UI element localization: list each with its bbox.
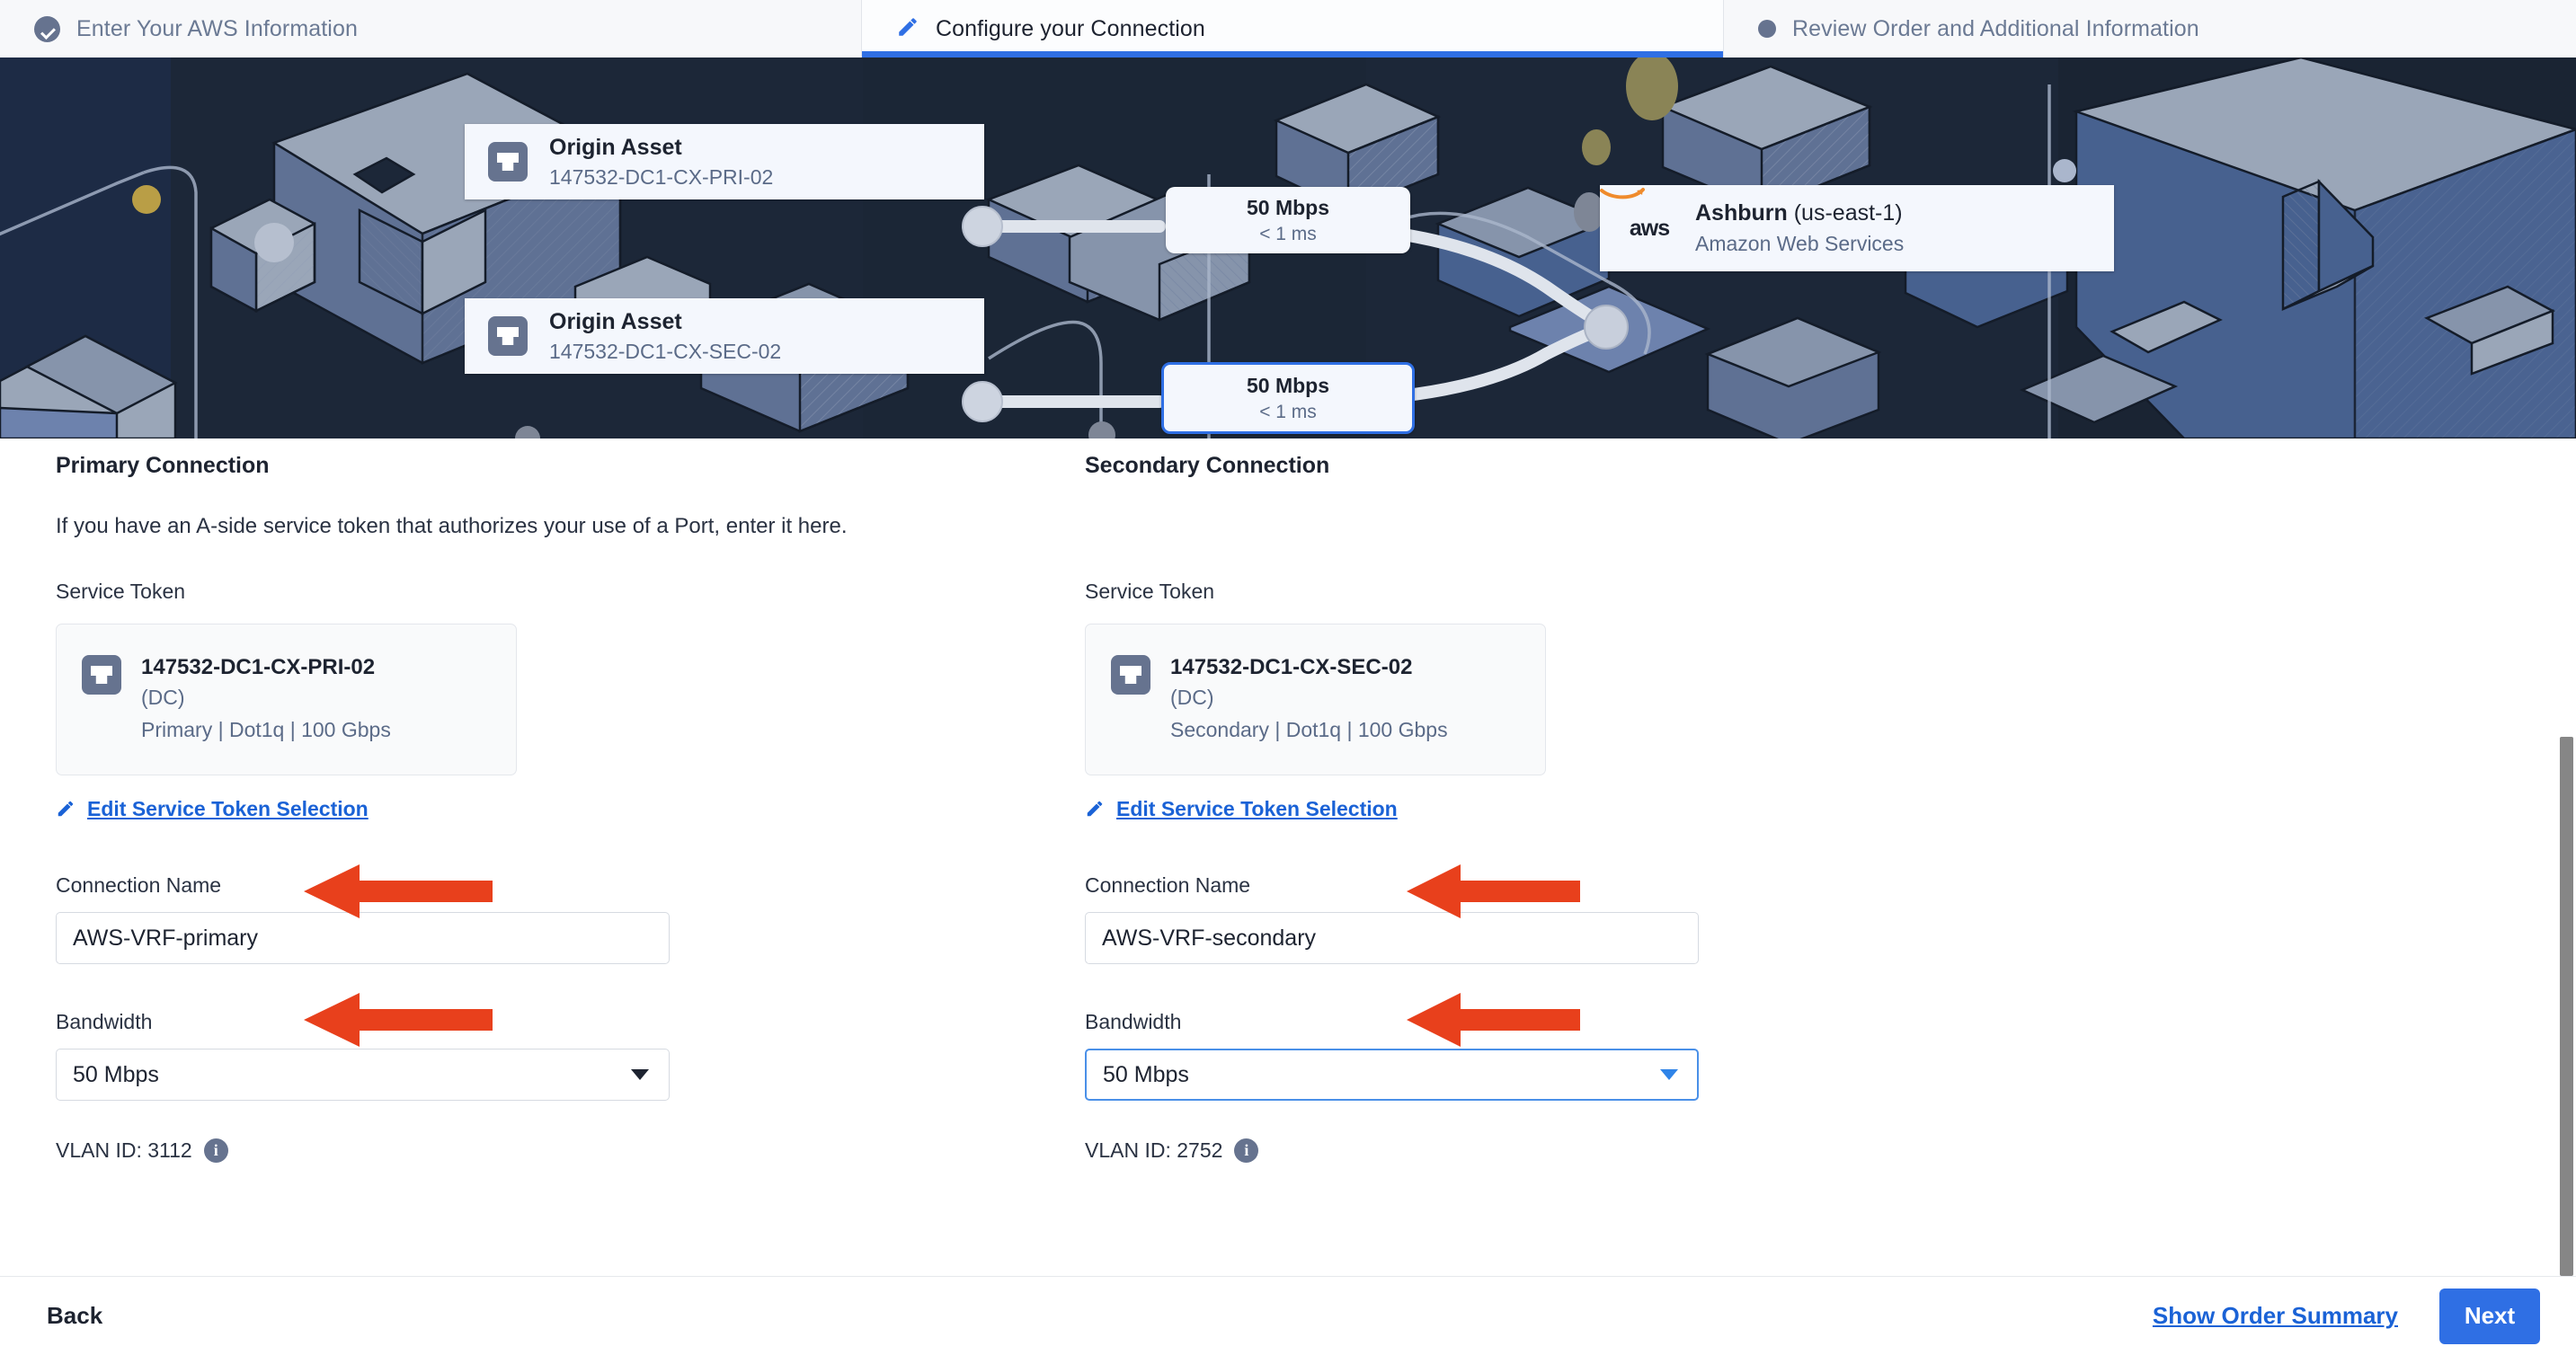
- secondary-connection-name-label: Connection Name: [1085, 873, 1251, 898]
- ethernet-port-icon: [488, 316, 528, 356]
- origin-asset-subtitle: 147532-DC1-CX-PRI-02: [549, 164, 774, 189]
- wizard-footer: Back Show Order Summary Next: [0, 1276, 2576, 1355]
- primary-service-token-label: Service Token: [56, 580, 186, 603]
- primary-bandwidth-select[interactable]: 50 Mbps: [56, 1049, 670, 1102]
- secondary-token-name: 147532-DC1-CX-SEC-02: [1170, 655, 1413, 679]
- connection-configuration-form: Primary Connection If you have an A-side…: [0, 438, 2576, 1276]
- link-latency: < 1 ms: [1259, 223, 1317, 244]
- primary-vlan-row: VLAN ID: 3112 i: [56, 1138, 1044, 1164]
- secondary-connection-name-input[interactable]: [1085, 912, 1699, 965]
- ethernet-port-icon: [1111, 655, 1150, 695]
- primary-token-meta: Primary | Dot1q | 100 Gbps: [141, 718, 391, 742]
- link-latency: < 1 ms: [1259, 401, 1317, 422]
- secondary-edit-link-label: Edit Service Token Selection: [1116, 796, 1398, 820]
- secondary-description: [1085, 514, 2074, 539]
- primary-token-location: (DC): [141, 686, 185, 709]
- origin-asset-card-secondary[interactable]: Origin Asset 147532-DC1-CX-SEC-02: [465, 298, 984, 374]
- origin-asset-title: Origin Asset: [549, 308, 682, 334]
- chevron-down-icon: [1660, 1069, 1678, 1081]
- origin-asset-subtitle: 147532-DC1-CX-SEC-02: [549, 339, 782, 363]
- primary-service-token-card: 147532-DC1-CX-PRI-02 (DC) Primary | Dot1…: [56, 624, 517, 775]
- check-circle-icon: [34, 15, 60, 42]
- cloud-provider: Amazon Web Services: [1695, 232, 1905, 255]
- secondary-service-token-label: Service Token: [1085, 580, 1215, 603]
- info-icon[interactable]: i: [1234, 1138, 1259, 1164]
- pencil-icon: [896, 14, 919, 44]
- primary-description: If you have an A-side service token that…: [56, 514, 848, 538]
- origin-asset-title: Origin Asset: [549, 134, 682, 160]
- secondary-connection-column: Secondary Connection Service Token 14753…: [1085, 438, 2074, 1164]
- page-scrollbar-track[interactable]: [2556, 438, 2576, 1276]
- primary-vlan-text: VLAN ID: 3112: [56, 1138, 192, 1163]
- primary-edit-link-label: Edit Service Token Selection: [87, 796, 369, 820]
- show-order-summary-link[interactable]: Show Order Summary: [2153, 1302, 2398, 1330]
- origin-asset-card-primary[interactable]: Origin Asset 147532-DC1-CX-PRI-02: [465, 124, 984, 199]
- secondary-bandwidth-value[interactable]: 50 Mbps: [1085, 1049, 1699, 1102]
- primary-heading: Primary Connection: [56, 453, 270, 478]
- primary-connection-name-label: Connection Name: [56, 873, 222, 898]
- cloud-region-card[interactable]: aws Ashburn (us-east-1) Amazon Web Servi…: [1600, 185, 2114, 271]
- cloud-region-code: (us-east-1): [1793, 200, 1903, 226]
- aws-wordmark: aws: [1629, 215, 1670, 241]
- primary-edit-service-token-link[interactable]: Edit Service Token Selection: [56, 797, 369, 821]
- secondary-token-meta: Secondary | Dot1q | 100 Gbps: [1170, 718, 1448, 742]
- tab-label: Review Order and Additional Information: [1792, 15, 2199, 41]
- cloud-region-name: Ashburn: [1695, 200, 1788, 226]
- secondary-vlan-row: VLAN ID: 2752 i: [1085, 1138, 2074, 1164]
- secondary-vlan-text: VLAN ID: 2752: [1085, 1138, 1223, 1163]
- link-bandwidth: 50 Mbps: [1246, 195, 1330, 219]
- link-pill-primary[interactable]: 50 Mbps < 1 ms: [1166, 187, 1410, 253]
- secondary-heading: Secondary Connection: [1085, 453, 1330, 478]
- chevron-down-icon: [631, 1069, 649, 1081]
- secondary-edit-service-token-link[interactable]: Edit Service Token Selection: [1085, 797, 1398, 821]
- primary-bandwidth-label: Bandwidth: [56, 1010, 153, 1034]
- back-button[interactable]: Back: [47, 1302, 102, 1330]
- link-bandwidth: 50 Mbps: [1246, 373, 1330, 397]
- next-button[interactable]: Next: [2439, 1288, 2540, 1344]
- info-icon[interactable]: i: [203, 1138, 228, 1164]
- tab-configure-your-connection[interactable]: Configure your Connection: [862, 0, 1724, 58]
- tab-enter-aws-information[interactable]: Enter Your AWS Information: [0, 0, 862, 58]
- page-scrollbar-thumb[interactable]: [2560, 737, 2573, 1276]
- cloud-region: Ashburn (us-east-1): [1695, 200, 1904, 226]
- primary-bandwidth-value[interactable]: 50 Mbps: [56, 1049, 670, 1102]
- pencil-icon: [1087, 801, 1103, 817]
- tab-review-order[interactable]: Review Order and Additional Information: [1724, 0, 2576, 58]
- ethernet-port-icon: [488, 142, 528, 182]
- ethernet-port-icon: [82, 655, 121, 695]
- secondary-bandwidth-select[interactable]: 50 Mbps: [1085, 1049, 1699, 1102]
- tab-label: Enter Your AWS Information: [76, 15, 358, 41]
- primary-token-name: 147532-DC1-CX-PRI-02: [141, 655, 376, 679]
- connection-topology-banner: Origin Asset 147532-DC1-CX-PRI-02 Origin…: [0, 58, 2576, 438]
- secondary-bandwidth-label: Bandwidth: [1085, 1010, 1182, 1034]
- dot-icon: [1758, 20, 1776, 38]
- tab-label: Configure your Connection: [936, 15, 1205, 41]
- pencil-icon: [58, 801, 74, 817]
- secondary-service-token-card: 147532-DC1-CX-SEC-02 (DC) Secondary | Do…: [1085, 624, 1546, 775]
- wizard-tab-bar: Enter Your AWS Information Configure you…: [0, 0, 2576, 58]
- primary-connection-name-input[interactable]: [56, 912, 670, 965]
- primary-connection-column: Primary Connection If you have an A-side…: [56, 438, 1044, 1164]
- aws-logo-icon: aws: [1600, 188, 1675, 241]
- aws-smile-icon: [1600, 188, 1645, 199]
- secondary-token-location: (DC): [1170, 686, 1214, 709]
- link-pill-secondary[interactable]: 50 Mbps < 1 ms: [1161, 362, 1415, 434]
